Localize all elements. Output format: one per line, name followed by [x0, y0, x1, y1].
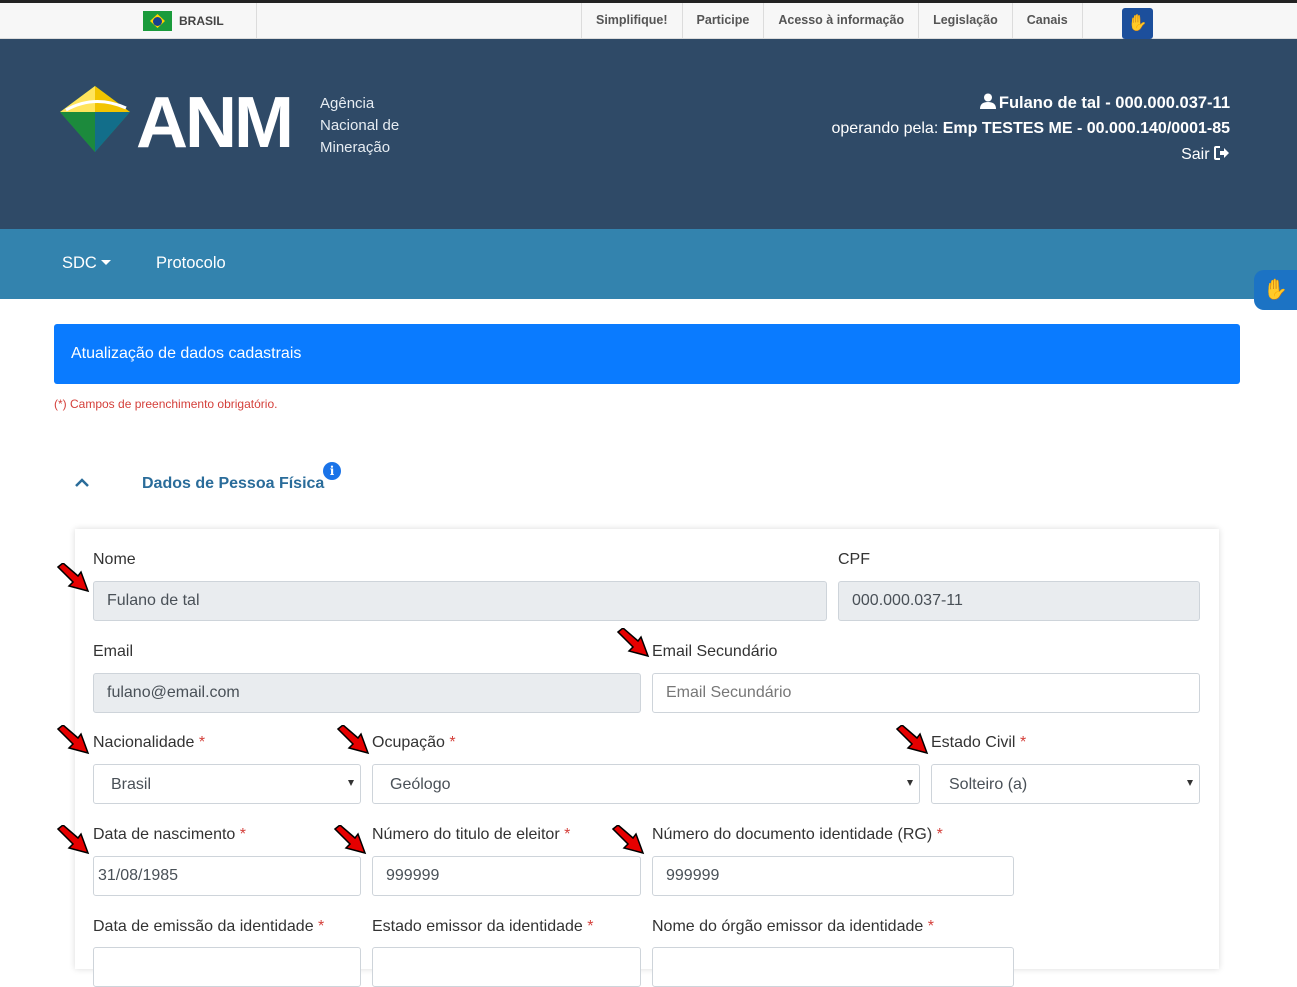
user-info: Fulano de tal - 000.000.037-11 operando … — [831, 90, 1231, 168]
logo-text: ANM — [136, 83, 294, 163]
user-name: Fulano de tal — [998, 94, 1101, 112]
data-nascimento-label: Data de nascimento * — [93, 826, 246, 843]
gov-link-canais[interactable]: Canais — [1011, 3, 1083, 39]
nav-item-sdc[interactable]: SDC — [62, 254, 111, 273]
user-icon — [979, 93, 996, 109]
email-field[interactable] — [93, 673, 641, 713]
ocupacao-select[interactable]: Geólogo — [372, 764, 920, 804]
vlibras-hand-icon[interactable]: ✋ — [1122, 8, 1153, 39]
email-secundario-field[interactable] — [652, 673, 1200, 713]
info-icon[interactable]: i — [323, 462, 341, 480]
brazil-flag-icon — [143, 11, 172, 31]
operating-label: operando pela: — [831, 120, 939, 137]
nav-item-protocolo[interactable]: Protocolo — [156, 254, 226, 273]
nome-field[interactable] — [93, 581, 827, 621]
annotation-arrow-icon — [333, 825, 367, 855]
logout-button[interactable]: Sair — [832, 142, 1231, 168]
annotation-arrow-icon — [611, 825, 645, 855]
anm-logo-icon — [60, 86, 130, 152]
estado-emissor-label: Estado emissor da identidade * — [372, 918, 594, 935]
gov-link-acesso-informacao[interactable]: Acesso à informação — [763, 3, 918, 39]
cpf-field[interactable] — [838, 581, 1200, 621]
dropdown-arrow-icon — [907, 780, 913, 786]
logo-subtitle: Agência Nacional de Mineração — [320, 95, 400, 156]
gov-brasil-link[interactable]: BRASIL — [0, 3, 257, 39]
rg-label: Número do documento identidade (RG) * — [652, 826, 943, 843]
required-fields-note: (*) Campos de preenchimento obrigatório. — [54, 397, 278, 411]
titulo-eleitor-label: Número do titulo de eleitor * — [372, 826, 571, 843]
gov-link-participe[interactable]: Participe — [681, 3, 764, 39]
orgao-emissor-field[interactable] — [652, 947, 1014, 987]
nome-label: Nome — [93, 551, 136, 568]
email-label: Email — [93, 643, 134, 660]
nacionalidade-label: Nacionalidade * — [93, 734, 206, 751]
email-secundario-label: Email Secundário — [652, 643, 778, 660]
site-header: ANM Agência Nacional de Mineração Fulano… — [0, 39, 1297, 229]
data-emissao-label: Data de emissão da identidade * — [93, 918, 325, 935]
annotation-arrow-icon — [336, 725, 370, 755]
gov-bar: BRASIL Simplifique! Participe Acesso à i… — [0, 0, 1297, 39]
dropdown-arrow-icon — [348, 780, 354, 786]
country-label: BRASIL — [179, 14, 224, 28]
estado-civil-select[interactable]: Solteiro (a) — [931, 764, 1200, 804]
estado-emissor-field[interactable] — [372, 947, 641, 987]
cpf-label: CPF — [838, 551, 870, 568]
logout-icon — [1214, 146, 1229, 160]
data-nascimento-field[interactable] — [93, 856, 361, 896]
page-title: Atualização de dados cadastrais — [71, 345, 302, 362]
rg-field[interactable] — [652, 856, 1014, 896]
user-cpf: 000.000.037-11 — [1115, 94, 1230, 112]
page-title-bar: Atualização de dados cadastrais — [54, 324, 1240, 384]
chevron-up-icon[interactable] — [75, 478, 89, 488]
dropdown-arrow-icon — [1187, 780, 1193, 786]
annotation-arrow-icon — [56, 725, 90, 755]
annotation-arrow-icon — [56, 825, 90, 855]
main-nav: SDC Protocolo — [0, 229, 1297, 299]
data-emissao-field[interactable] — [93, 947, 361, 987]
orgao-emissor-label: Nome do órgão emissor da identidade * — [652, 918, 934, 935]
ocupacao-label: Ocupação * — [372, 734, 456, 751]
section-title: Dados de Pessoa Física — [142, 475, 325, 492]
nacionalidade-select[interactable]: Brasil — [93, 764, 361, 804]
annotation-arrow-icon — [895, 725, 929, 755]
annotation-arrow-icon — [616, 628, 650, 658]
company-cnpj: 00.000.140/0001-85 — [1086, 120, 1230, 137]
company-name: Emp TESTES ME — [942, 120, 1073, 137]
caret-down-icon — [100, 260, 111, 265]
vlibras-widget-icon[interactable]: ✋ — [1254, 270, 1297, 310]
gov-link-legislacao[interactable]: Legislação — [918, 3, 1012, 39]
annotation-arrow-icon — [56, 563, 90, 593]
gov-links: Simplifique! Participe Acesso à informaç… — [581, 3, 1083, 39]
estado-civil-label: Estado Civil * — [931, 734, 1027, 751]
titulo-eleitor-field[interactable] — [372, 856, 641, 896]
gov-link-simplifique[interactable]: Simplifique! — [581, 3, 682, 39]
